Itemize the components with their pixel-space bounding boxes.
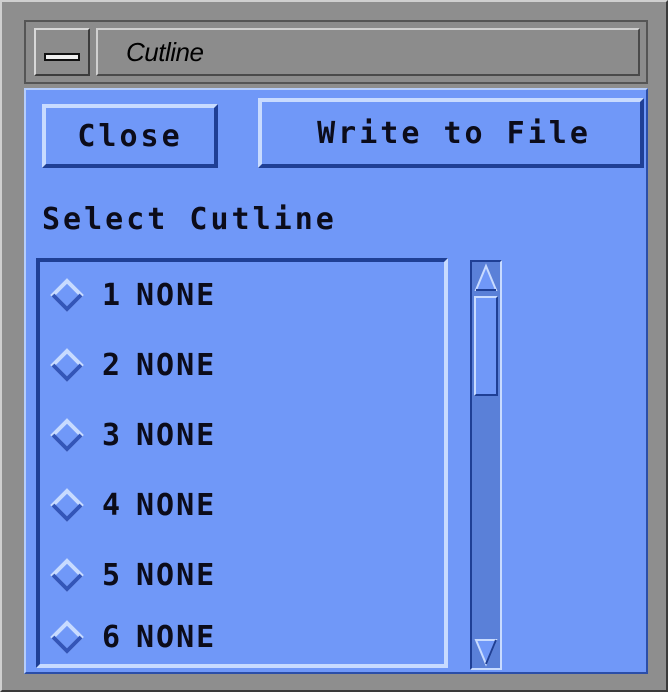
cutline-value: NONE xyxy=(136,277,217,313)
cutline-number: 2 xyxy=(102,347,121,383)
diamond-radio-icon[interactable] xyxy=(50,348,84,382)
list-item[interactable]: 2 NONE xyxy=(50,342,216,388)
list-item[interactable]: 3 NONE xyxy=(50,412,216,458)
cutline-number: 4 xyxy=(102,487,121,523)
cutline-value: NONE xyxy=(136,619,217,655)
scrollbar-thumb[interactable] xyxy=(474,296,498,396)
diamond-radio-icon[interactable] xyxy=(50,418,84,452)
diamond-radio-icon[interactable] xyxy=(50,620,84,654)
close-button[interactable]: Close xyxy=(42,104,218,168)
cutline-value: NONE xyxy=(136,347,217,383)
list-item[interactable]: 1 NONE xyxy=(50,272,216,318)
title-bar[interactable]: Cutline xyxy=(24,20,648,84)
vertical-scrollbar[interactable] xyxy=(470,260,502,670)
cutline-value: NONE xyxy=(136,487,217,523)
cutline-list: 1 NONE 2 NONE 3 NONE 4 NONE 5 NONE 6 NON… xyxy=(36,258,448,668)
cutline-value: NONE xyxy=(136,557,217,593)
list-item[interactable]: 4 NONE xyxy=(50,482,216,528)
cutline-number: 5 xyxy=(102,557,121,593)
cutline-number: 3 xyxy=(102,417,121,453)
cutline-value: NONE xyxy=(136,417,217,453)
window-title: Cutline xyxy=(96,28,640,76)
arrow-up-icon[interactable] xyxy=(473,263,499,293)
write-to-file-button[interactable]: Write to File xyxy=(258,98,644,168)
window-frame: Cutline Close Write to File Select Cutli… xyxy=(0,0,668,692)
window-menu-icon xyxy=(44,53,80,61)
diamond-radio-icon[interactable] xyxy=(50,558,84,592)
list-item[interactable]: 5 NONE xyxy=(50,552,216,598)
cutline-number: 6 xyxy=(102,619,121,655)
diamond-radio-icon[interactable] xyxy=(50,278,84,312)
list-item[interactable]: 6 NONE xyxy=(50,614,216,660)
client-area: Close Write to File Select Cutline 1 NON… xyxy=(24,88,648,674)
window-menu-button[interactable] xyxy=(34,28,90,76)
select-cutline-label: Select Cutline xyxy=(42,202,337,237)
cutline-number: 1 xyxy=(102,277,121,313)
diamond-radio-icon[interactable] xyxy=(50,488,84,522)
arrow-down-icon[interactable] xyxy=(473,637,499,667)
